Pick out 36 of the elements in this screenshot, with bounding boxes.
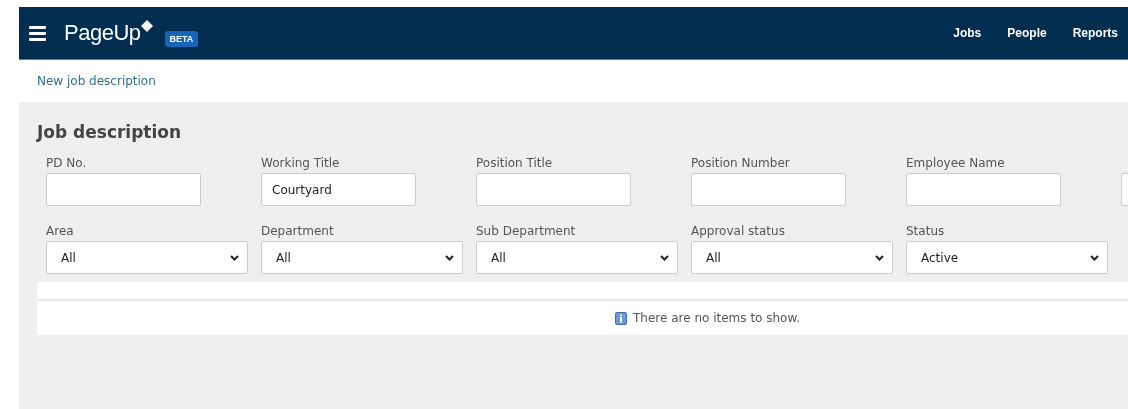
select-field[interactable]: All bbox=[691, 241, 893, 274]
nav-link[interactable]: Jobs bbox=[953, 26, 982, 40]
field-label: Status bbox=[906, 224, 946, 240]
select-field[interactable]: All bbox=[46, 241, 248, 274]
beta-badge: BETA bbox=[164, 31, 199, 47]
brand-logo[interactable]: PageUp bbox=[64, 20, 141, 46]
chevron-icon bbox=[660, 254, 669, 261]
chevron-icon bbox=[230, 254, 239, 261]
text-field[interactable]: Courtyard bbox=[261, 173, 416, 206]
text-field[interactable] bbox=[691, 173, 846, 206]
text-field[interactable] bbox=[46, 173, 201, 206]
field-label: PD No. bbox=[46, 156, 88, 172]
field-label: Position Number bbox=[691, 156, 791, 172]
select-field[interactable]: All bbox=[476, 241, 678, 274]
page-title: Job description bbox=[37, 122, 183, 142]
text-field[interactable] bbox=[476, 173, 631, 206]
nav-link[interactable]: People bbox=[1007, 26, 1047, 40]
empty-message: There are no items to show. bbox=[633, 311, 800, 325]
field-label: Working Title bbox=[261, 156, 341, 172]
select-field[interactable]: Active bbox=[906, 241, 1108, 274]
new-job-description-link[interactable]: New job description bbox=[37, 74, 156, 88]
diamond-icon bbox=[140, 20, 153, 32]
field-label: Approval status bbox=[691, 224, 786, 240]
field-label: Position Title bbox=[476, 156, 554, 172]
text-field[interactable] bbox=[906, 173, 1061, 206]
menu-icon[interactable] bbox=[29, 25, 46, 41]
chevron-icon bbox=[1090, 254, 1099, 261]
nav-link[interactable]: Reports bbox=[1072, 26, 1118, 40]
info-icon bbox=[615, 311, 628, 325]
select-field[interactable]: All bbox=[261, 241, 463, 274]
field-label: Department bbox=[261, 224, 335, 240]
chevron-icon bbox=[875, 254, 884, 261]
field-label: Employee Name bbox=[906, 156, 1006, 172]
field-label: Sub Department bbox=[476, 224, 577, 240]
field-label: Area bbox=[46, 224, 75, 240]
chevron-icon bbox=[445, 254, 454, 261]
